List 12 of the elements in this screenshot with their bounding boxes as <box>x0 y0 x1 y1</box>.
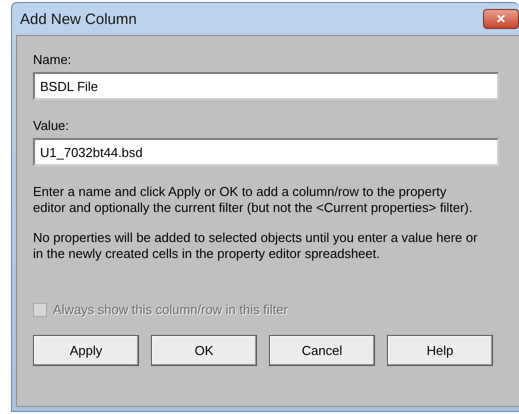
checkbox-label: Always show this column/row in this filter <box>53 302 288 317</box>
field-label: Value: <box>33 118 70 133</box>
window-title: Add New Column <box>20 10 137 28</box>
help-text: No properties will be added to selected objects until you enter a value here or in the newly created cells in the property editor spreadsheet. <box>33 230 478 262</box>
dialog-button[interactable]: Help <box>387 335 493 366</box>
text-field[interactable]: BSDL File <box>33 72 499 100</box>
help-text: Enter a name and click Apply or OK to add a column/row to the property editor and optionally the current filter (but not the <Current properties> filter). <box>33 184 474 216</box>
dialog-button[interactable]: OK <box>151 335 257 366</box>
text-field[interactable]: U1_7032bt44.bsd <box>33 138 499 166</box>
dialog-button[interactable]: Apply <box>33 335 139 366</box>
dialog-button[interactable]: Cancel <box>269 335 375 366</box>
field-label: Name: <box>33 52 72 67</box>
